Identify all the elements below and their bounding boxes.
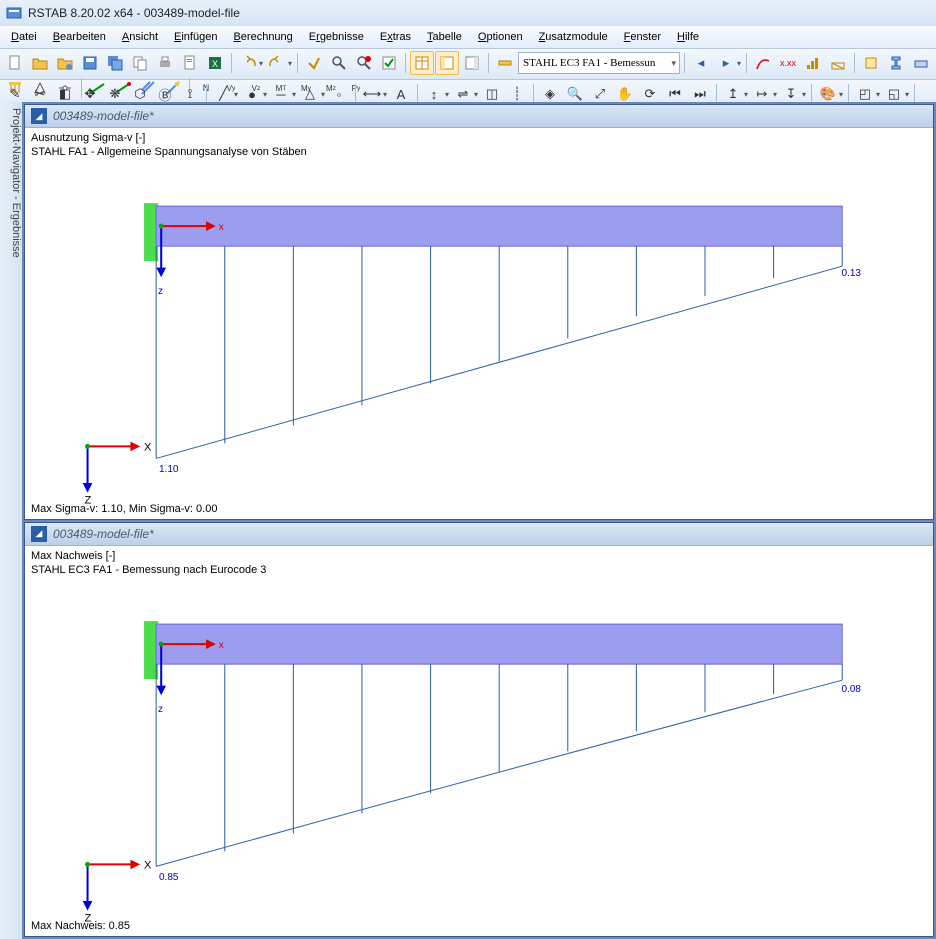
graphics-view-2[interactable]: Max Nachweis [-] STAHL EC3 FA1 - Bemessu…: [25, 546, 933, 937]
svg-text:X: X: [144, 859, 152, 871]
units-button[interactable]: [493, 51, 517, 75]
save-button[interactable]: [78, 51, 102, 75]
report-button[interactable]: [178, 51, 202, 75]
svg-text:X: X: [144, 441, 152, 453]
mat-button[interactable]: [909, 51, 933, 75]
view1-subheading: STAHL FA1 - Allgemeine Spannungsanalyse …: [31, 146, 307, 158]
view1-z-label: z: [158, 286, 163, 297]
working-dir-button[interactable]: [53, 51, 77, 75]
open-file-button[interactable]: [28, 51, 52, 75]
menubar: Datei Bearbeiten Ansicht Einfügen Berech…: [0, 26, 936, 49]
child-window-2: ◢ 003489-model-file* Max Nachweis [-] ST…: [24, 522, 934, 938]
svg-text:X: X: [212, 59, 218, 69]
child-window-1-titlebar[interactable]: ◢ 003489-model-file*: [25, 105, 933, 128]
panel-button[interactable]: [460, 51, 484, 75]
view1-end-value: 0.13: [842, 268, 861, 279]
child-window-2-icon: ◢: [31, 526, 47, 542]
project-navigator-label: Projekt-Navigator - Ergebnisse: [10, 108, 22, 258]
undo-button[interactable]: [236, 51, 260, 75]
view1-heading: Ausnutzung Sigma-v [-]: [31, 132, 145, 144]
menu-datei[interactable]: Datei: [4, 29, 44, 45]
view2-subheading: STAHL EC3 FA1 - Bemessung nach Eurocode …: [31, 564, 266, 576]
menu-ergebnisse[interactable]: Ergebnisse: [302, 29, 371, 45]
menu-extras[interactable]: Extras: [373, 29, 418, 45]
print-button[interactable]: [153, 51, 177, 75]
view2-end-value: 0.08: [842, 684, 861, 695]
menu-ansicht[interactable]: Ansicht: [115, 29, 165, 45]
app-icon: [6, 5, 22, 21]
menu-fenster[interactable]: Fenster: [617, 29, 668, 45]
child-window-1-icon: ◢: [31, 108, 47, 124]
menu-tabelle[interactable]: Tabelle: [420, 29, 469, 45]
view1-start-value: 1.10: [159, 464, 178, 475]
view1-footer: Max Sigma-v: 1.10, Min Sigma-v: 0.00: [31, 503, 217, 515]
plausibility-button[interactable]: [352, 51, 376, 75]
find-button[interactable]: [327, 51, 351, 75]
view1-diagram: x: [25, 128, 933, 519]
view2-z-label: z: [158, 704, 163, 715]
child-window-2-titlebar[interactable]: ◢ 003489-model-file*: [25, 523, 933, 546]
mdi-workspace: ◢ 003489-model-file* Ausnutzung Sigma-v …: [22, 102, 936, 939]
child-window-1-title: 003489-model-file*: [53, 109, 154, 123]
lc-dropdown[interactable]: ▾: [736, 59, 742, 68]
module-combo[interactable]: STAHL EC3 FA1 - Bemessun: [518, 52, 680, 74]
toolbar-row-1: X ▾ ▾ STAHL EC3 FA1 - Bemessun ◂ ▸▾ x.xx…: [0, 49, 936, 80]
save-all-button[interactable]: [103, 51, 127, 75]
copy-button[interactable]: [128, 51, 152, 75]
svg-text:x: x: [219, 222, 224, 233]
child-window-2-title: 003489-model-file*: [53, 527, 154, 541]
module-combo-value: STAHL EC3 FA1 - Bemessun: [523, 57, 655, 69]
check-button[interactable]: [377, 51, 401, 75]
redo-button[interactable]: [265, 51, 289, 75]
menu-bearbeiten[interactable]: Bearbeiten: [46, 29, 113, 45]
child-window-1: ◢ 003489-model-file* Ausnutzung Sigma-v …: [24, 104, 934, 520]
undo-dropdown[interactable]: ▾: [258, 59, 264, 68]
menu-zusatzmodule[interactable]: Zusatzmodule: [532, 29, 615, 45]
svg-text:x: x: [219, 640, 224, 651]
result-diagram-1-button[interactable]: [801, 51, 825, 75]
project-navigator-tab[interactable]: Projekt-Navigator - Ergebnisse: [0, 102, 23, 939]
table-button[interactable]: [410, 51, 434, 75]
menu-berechnung[interactable]: Berechnung: [226, 29, 299, 45]
menu-hilfe[interactable]: Hilfe: [670, 29, 706, 45]
sections-button[interactable]: [859, 51, 883, 75]
cross-sections-button[interactable]: [884, 51, 908, 75]
window-titlebar: RSTAB 8.20.02 x64 - 003489-model-file: [0, 0, 936, 26]
result-values-button[interactable]: x.xx: [776, 51, 800, 75]
menu-optionen[interactable]: Optionen: [471, 29, 530, 45]
view2-heading: Max Nachweis [-]: [31, 550, 115, 562]
calculate-button[interactable]: [302, 51, 326, 75]
menu-einfuegen[interactable]: Einfügen: [167, 29, 224, 45]
redo-dropdown[interactable]: ▾: [287, 59, 293, 68]
results-on-button[interactable]: [751, 51, 775, 75]
graphics-view-1[interactable]: Ausnutzung Sigma-v [-] STAHL FA1 - Allge…: [25, 128, 933, 519]
new-file-button[interactable]: [3, 51, 27, 75]
next-lc-button[interactable]: ▸: [714, 51, 738, 75]
prev-lc-button[interactable]: ◂: [689, 51, 713, 75]
excel-button[interactable]: X: [203, 51, 227, 75]
view2-footer: Max Nachweis: 0.85: [31, 920, 130, 932]
view2-start-value: 0.85: [159, 872, 178, 883]
window-title: RSTAB 8.20.02 x64 - 003489-model-file: [28, 6, 240, 20]
navigator-button[interactable]: [435, 51, 459, 75]
result-diagram-2-button[interactable]: [826, 51, 850, 75]
